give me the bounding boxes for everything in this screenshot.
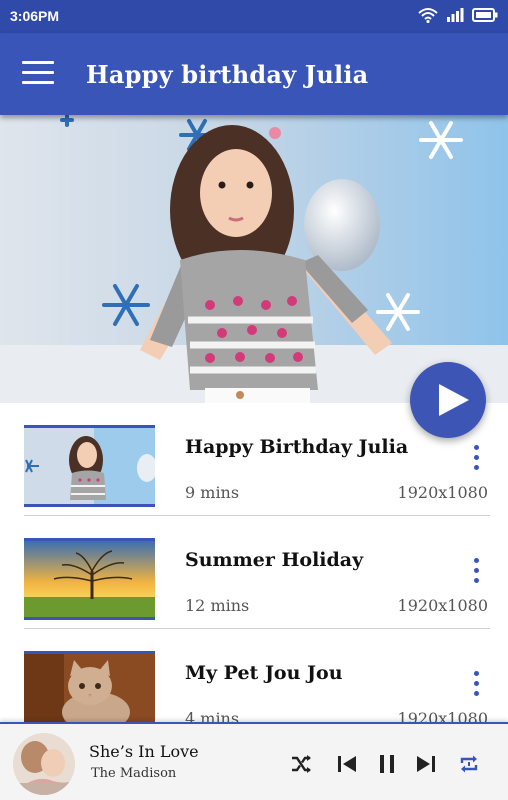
wifi-icon [418,8,438,23]
app-bar: Happy birthday Julia [0,33,508,115]
video-title: My Pet Jou Jou [185,662,343,684]
kitten-thumbnail[interactable] [24,651,155,725]
now-playing-bar[interactable]: She’s In Love The Madison [0,722,508,800]
video-title: Summer Holiday [185,549,364,571]
previous-icon[interactable] [335,752,359,776]
status-icons [418,7,498,23]
play-button[interactable] [410,362,486,438]
more-options-icon[interactable] [470,671,482,701]
tree-sunset-thumbnail[interactable] [24,538,155,620]
video-duration: 12 mins [185,596,250,615]
video-title: Happy Birthday Julia [185,436,409,458]
next-icon[interactable] [414,752,438,776]
play-icon [439,384,469,416]
more-options-icon[interactable] [470,558,482,588]
album-art[interactable] [13,733,75,795]
list-item[interactable]: My Pet Jou Jou 4 mins 1920x1080 [0,629,508,725]
hamburger-menu-icon[interactable] [22,61,54,87]
battery-icon [472,8,498,22]
now-playing-title: She’s In Love [89,742,199,761]
hero-image [0,115,508,403]
video-resolution: 1920x1080 [397,483,488,502]
pause-icon[interactable] [375,752,399,776]
repeat-icon[interactable] [457,752,481,776]
video-resolution: 1920x1080 [397,596,488,615]
signal-icon [447,8,464,22]
girl-photo-thumbnail[interactable] [24,425,155,507]
list-item[interactable]: Summer Holiday 12 mins 1920x1080 [0,516,508,629]
more-options-icon[interactable] [470,445,482,475]
video-list[interactable]: Happy Birthday Julia 9 mins 1920x1080 Su… [0,403,508,725]
shuffle-icon[interactable] [289,752,313,776]
video-duration: 9 mins [185,483,240,502]
now-playing-artist: The Madison [91,766,177,781]
status-time: 3:06PM [10,8,60,24]
page-title: Happy birthday Julia [86,60,369,89]
status-bar: 3:06PM [0,0,508,33]
